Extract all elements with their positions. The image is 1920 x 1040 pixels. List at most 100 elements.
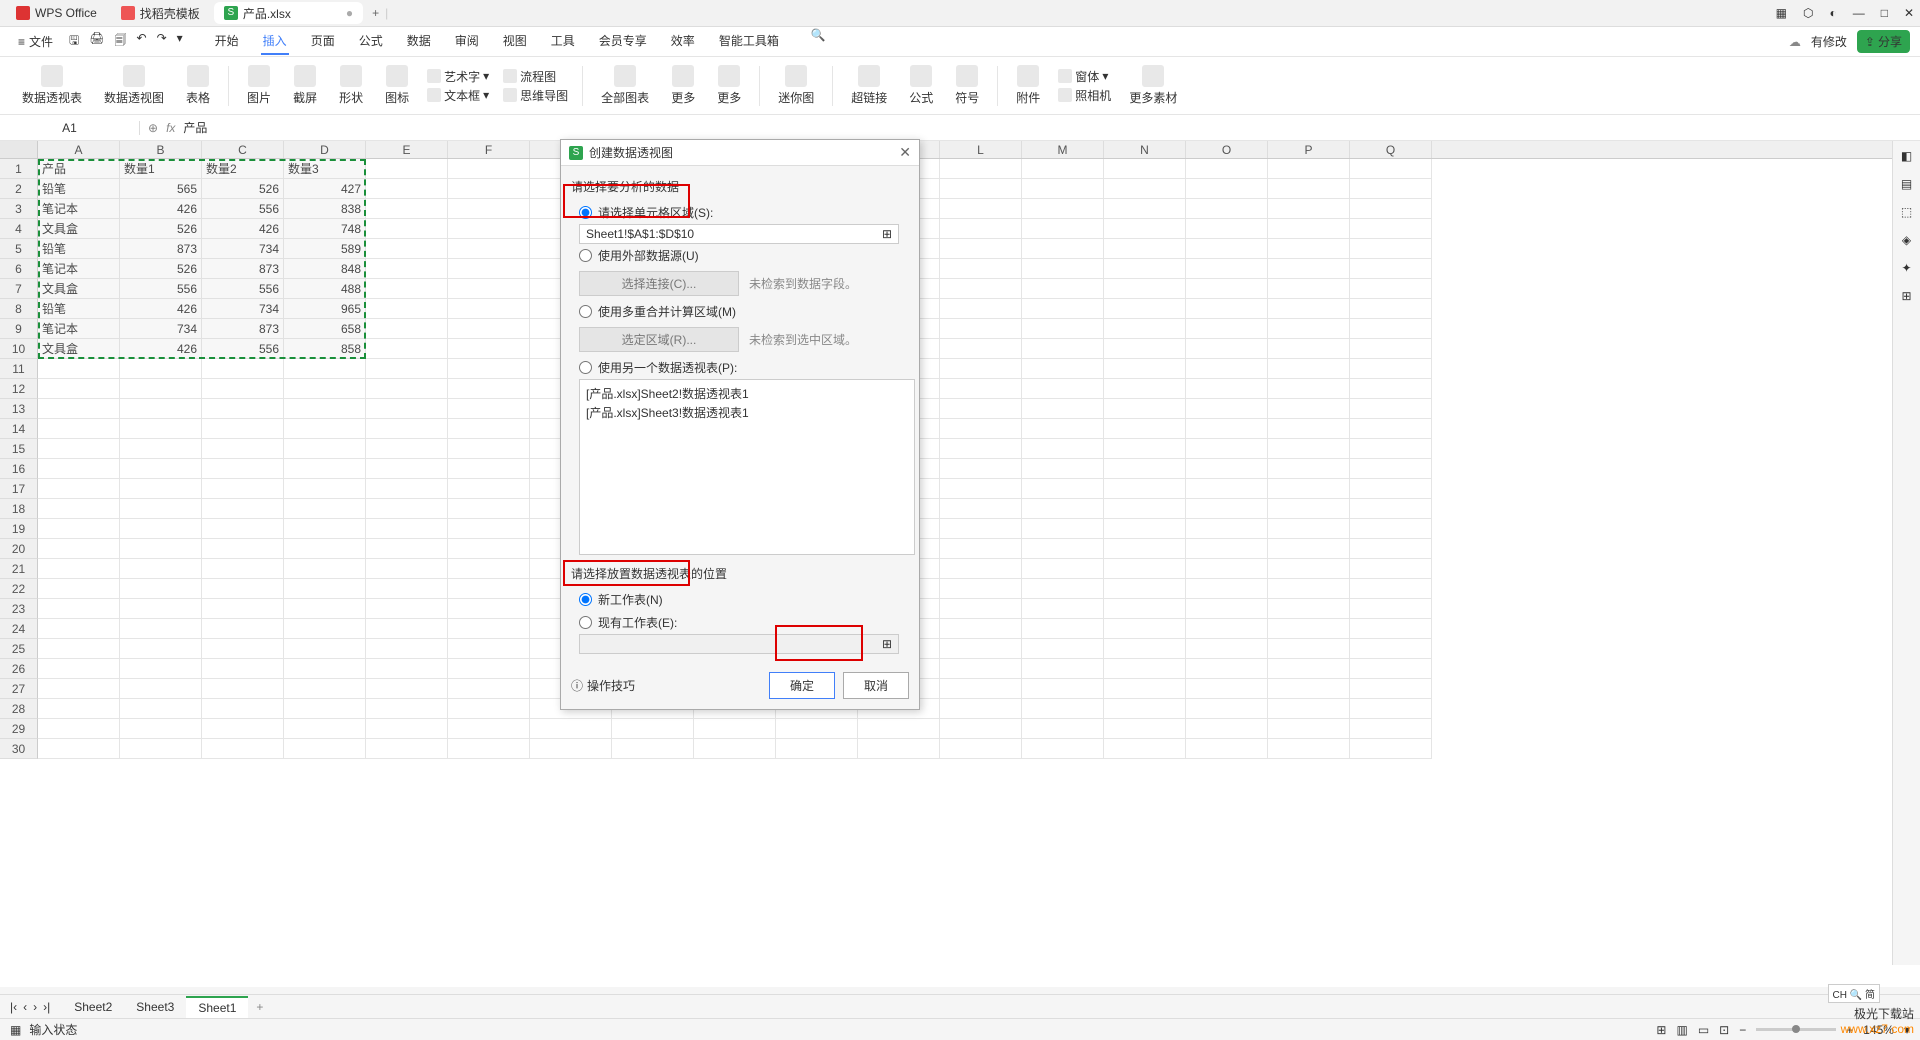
list-item[interactable]: [产品.xlsx]Sheet3!数据透视表1 xyxy=(584,403,910,422)
cell[interactable]: 734 xyxy=(202,299,284,319)
cell[interactable] xyxy=(448,699,530,719)
cell[interactable]: 556 xyxy=(202,199,284,219)
cell[interactable] xyxy=(1268,479,1350,499)
print-icon[interactable]: 🖨 xyxy=(89,31,104,52)
cell[interactable] xyxy=(1104,279,1186,299)
select-connection-button[interactable]: 选择连接(C)... xyxy=(579,271,739,296)
radio-select-range[interactable]: 请选择单元格区域(S): xyxy=(571,201,909,224)
cell[interactable]: 556 xyxy=(202,279,284,299)
cell[interactable] xyxy=(38,719,120,739)
range-input[interactable]: Sheet1!$A$1:$D$10 ⊞ xyxy=(579,224,899,244)
cell[interactable] xyxy=(776,739,858,759)
view-icon[interactable]: ▭ xyxy=(1698,1023,1709,1037)
cell[interactable] xyxy=(202,659,284,679)
cell[interactable]: 838 xyxy=(284,199,366,219)
cell[interactable] xyxy=(940,539,1022,559)
cell[interactable] xyxy=(366,199,448,219)
cell[interactable] xyxy=(366,219,448,239)
cell[interactable] xyxy=(1022,499,1104,519)
cell[interactable]: 数量1 xyxy=(120,159,202,179)
prev-sheet-icon[interactable]: ‹ xyxy=(23,1000,27,1014)
cell[interactable] xyxy=(1022,259,1104,279)
row-header[interactable]: 8 xyxy=(0,299,38,319)
cell[interactable] xyxy=(1268,439,1350,459)
cell[interactable] xyxy=(776,719,858,739)
cell[interactable] xyxy=(202,359,284,379)
tab-data[interactable]: 数据 xyxy=(405,28,433,55)
row-header[interactable]: 5 xyxy=(0,239,38,259)
col-header[interactable]: P xyxy=(1268,141,1350,158)
cell[interactable] xyxy=(202,459,284,479)
cell[interactable] xyxy=(940,679,1022,699)
cell[interactable] xyxy=(284,379,366,399)
view-icon[interactable]: ⊡ xyxy=(1719,1023,1729,1037)
cell[interactable] xyxy=(940,379,1022,399)
cell[interactable] xyxy=(1104,739,1186,759)
cell[interactable] xyxy=(1104,479,1186,499)
radio-input[interactable] xyxy=(579,361,592,374)
cell[interactable] xyxy=(1022,739,1104,759)
rb-picture[interactable]: 图片 xyxy=(239,65,279,106)
cell[interactable] xyxy=(366,659,448,679)
cell[interactable] xyxy=(694,739,776,759)
fx-label[interactable]: fx xyxy=(166,121,175,135)
cell[interactable] xyxy=(448,659,530,679)
list-item[interactable]: [产品.xlsx]Sheet2!数据透视表1 xyxy=(584,384,910,403)
cell[interactable] xyxy=(1022,479,1104,499)
cell[interactable] xyxy=(366,279,448,299)
cell[interactable]: 笔记本 xyxy=(38,259,120,279)
close-icon[interactable]: ✕ xyxy=(899,144,911,161)
range-picker-icon[interactable]: ⊞ xyxy=(882,227,892,241)
cell[interactable] xyxy=(1104,159,1186,179)
cell[interactable] xyxy=(448,439,530,459)
cell[interactable] xyxy=(1350,679,1432,699)
row-header[interactable]: 26 xyxy=(0,659,38,679)
rb-pivotchart[interactable]: 数据透视图 xyxy=(96,65,172,106)
cell[interactable] xyxy=(940,179,1022,199)
rb-icons[interactable]: 图标 xyxy=(377,65,417,106)
cell[interactable] xyxy=(1268,219,1350,239)
cell[interactable] xyxy=(38,659,120,679)
cell[interactable] xyxy=(1268,159,1350,179)
cell[interactable] xyxy=(1104,199,1186,219)
cell[interactable] xyxy=(1022,319,1104,339)
cell[interactable] xyxy=(1104,259,1186,279)
cell[interactable] xyxy=(366,359,448,379)
redo-icon[interactable]: ↷ xyxy=(157,31,167,52)
cell[interactable] xyxy=(448,399,530,419)
rb-equation[interactable]: 公式 xyxy=(901,65,941,106)
col-header[interactable]: L xyxy=(940,141,1022,158)
row-header[interactable]: 16 xyxy=(0,459,38,479)
cell[interactable] xyxy=(366,579,448,599)
cell[interactable] xyxy=(1350,239,1432,259)
row-header[interactable]: 10 xyxy=(0,339,38,359)
cell[interactable] xyxy=(1268,359,1350,379)
col-header[interactable]: C xyxy=(202,141,284,158)
radio-input[interactable] xyxy=(579,206,592,219)
cell[interactable] xyxy=(366,559,448,579)
cell[interactable] xyxy=(120,459,202,479)
cell[interactable] xyxy=(284,659,366,679)
cell[interactable] xyxy=(120,559,202,579)
cell[interactable] xyxy=(1350,359,1432,379)
cell[interactable] xyxy=(120,619,202,639)
cell[interactable] xyxy=(1104,439,1186,459)
radio-external[interactable]: 使用外部数据源(U) xyxy=(571,244,909,267)
cell[interactable] xyxy=(1104,619,1186,639)
cell[interactable] xyxy=(202,499,284,519)
cell[interactable] xyxy=(1022,179,1104,199)
cell[interactable] xyxy=(1104,419,1186,439)
cell[interactable] xyxy=(448,539,530,559)
cell[interactable] xyxy=(1350,219,1432,239)
row-header[interactable]: 7 xyxy=(0,279,38,299)
next-sheet-icon[interactable]: › xyxy=(33,1000,37,1014)
cell[interactable] xyxy=(38,479,120,499)
cell[interactable] xyxy=(1268,179,1350,199)
cell[interactable] xyxy=(1022,539,1104,559)
cell[interactable] xyxy=(202,619,284,639)
cell[interactable] xyxy=(448,479,530,499)
cell[interactable]: 铅笔 xyxy=(38,299,120,319)
cell[interactable] xyxy=(120,499,202,519)
radio-input[interactable] xyxy=(579,616,592,629)
cell[interactable] xyxy=(1186,179,1268,199)
